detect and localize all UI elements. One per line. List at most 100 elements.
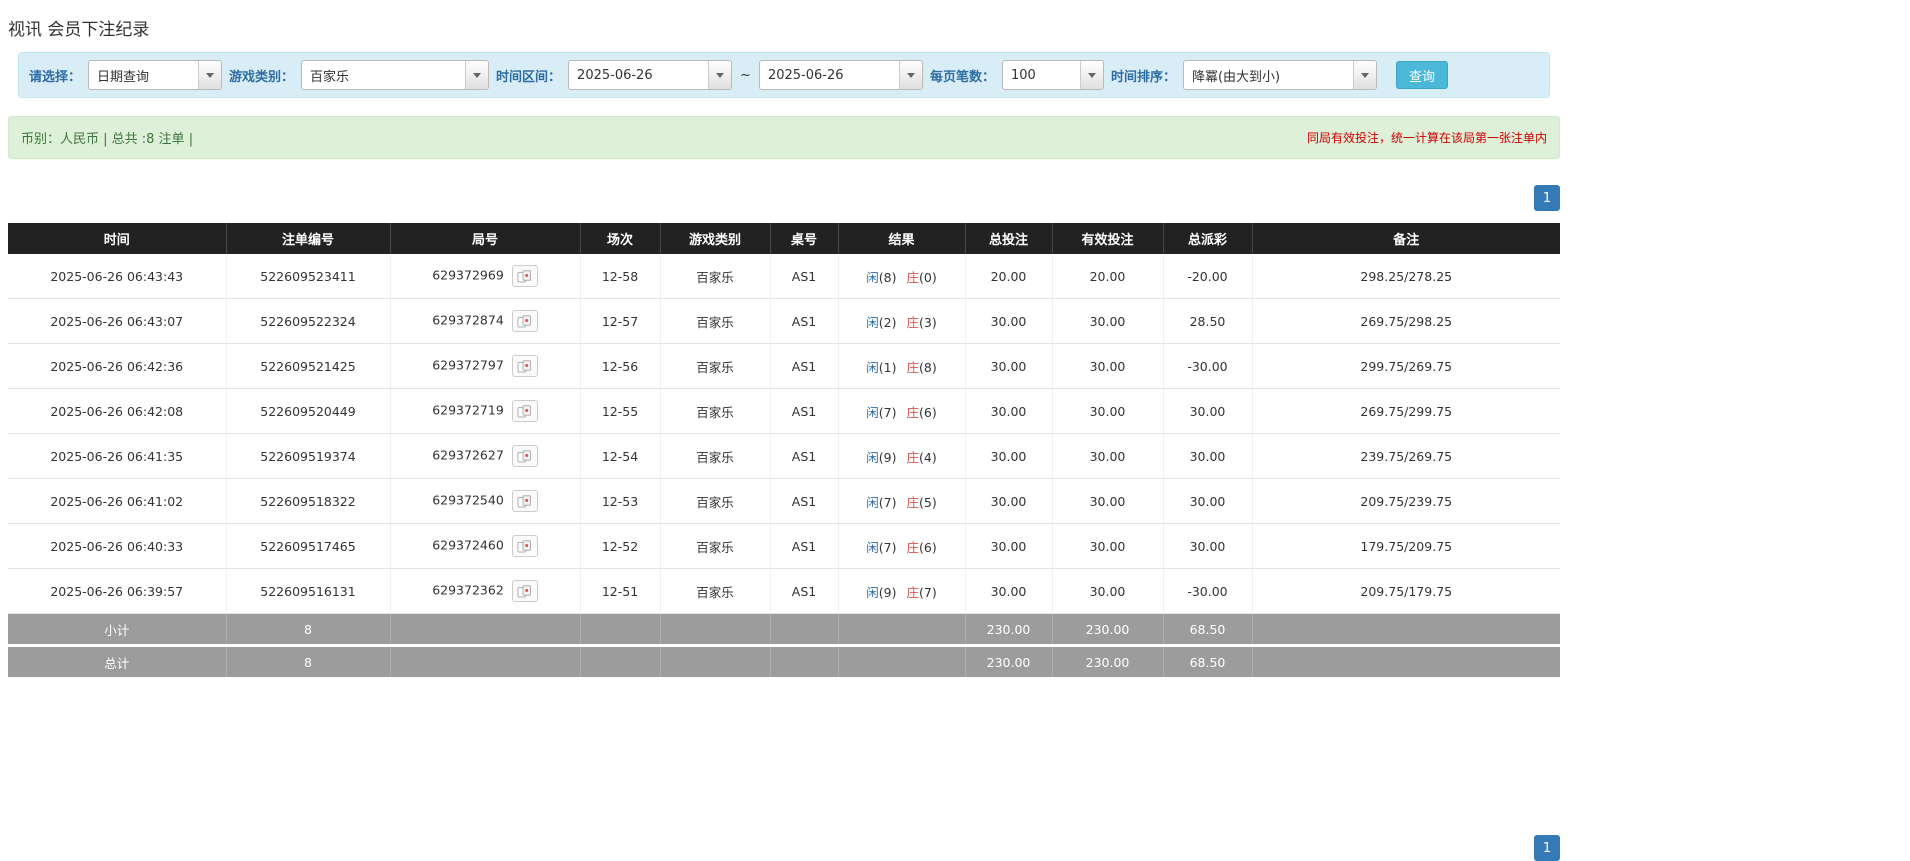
chevron-down-icon[interactable] (465, 61, 489, 89)
cell-bet-id: 522609522324 (226, 298, 391, 344)
cell-result: 闲(7) 庄(5) (838, 478, 966, 524)
per-page-select[interactable]: 100 (1001, 60, 1104, 90)
subtotal-empty-cell (838, 613, 966, 646)
game-type-select[interactable]: 百家乐 (301, 60, 490, 90)
chevron-down-icon[interactable] (198, 61, 222, 89)
result-banker-value: (8) (919, 359, 937, 375)
result-banker-value: (7) (919, 584, 937, 600)
page-1-button[interactable]: 1 (1534, 185, 1560, 211)
cell-total-bet[interactable]: 30.00 (965, 343, 1053, 389)
header-payout: 总派彩 (1163, 223, 1253, 254)
cell-game: 百家乐 (660, 298, 771, 344)
round-result-icon[interactable] (511, 490, 538, 512)
result-player-value: (7) (878, 404, 901, 420)
round-result-icon[interactable] (511, 445, 538, 467)
cell-total-bet[interactable]: 30.00 (965, 568, 1053, 614)
cell-table: AS1 (770, 523, 839, 569)
cell-payout: 28.50 (1163, 298, 1253, 344)
cell-result: 闲(9) 庄(4) (838, 433, 966, 479)
per-page-value: 100 (1010, 67, 1036, 83)
cell-game: 百家乐 (660, 343, 771, 389)
result-player-value: (7) (878, 494, 901, 510)
sort-order-value: 降冪(由大到小) (1191, 69, 1281, 85)
cell-table: AS1 (770, 298, 839, 344)
round-result-icon[interactable] (511, 535, 538, 557)
page-1-button-bottom[interactable]: 1 (1534, 835, 1560, 861)
query-type-select[interactable]: 日期查询 (88, 60, 223, 90)
header-total-bet: 总投注 (965, 223, 1053, 254)
cell-total-bet[interactable]: 30.00 (965, 478, 1053, 524)
cell-total-bet[interactable]: 30.00 (965, 433, 1053, 479)
subtotal-empty-cell (580, 613, 661, 646)
search-button[interactable]: 查询 (1395, 61, 1448, 89)
header-result: 结果 (838, 223, 966, 254)
cell-note: 209.75/179.75 (1252, 568, 1560, 614)
round-id-text: 629372540 (432, 492, 504, 508)
result-banker-label: 庄 (906, 494, 919, 510)
cell-note: 179.75/209.75 (1252, 523, 1560, 569)
cell-valid-bet: 20.00 (1052, 254, 1164, 299)
round-id-text: 629372969 (432, 267, 504, 283)
result-banker-label: 庄 (906, 359, 919, 375)
chevron-down-icon[interactable] (1352, 61, 1376, 89)
subtotal-empty-cell (390, 613, 581, 646)
header-bet-id: 注单编号 (226, 223, 391, 254)
cell-total-bet[interactable]: 20.00 (965, 254, 1053, 299)
cell-time: 2025-06-26 06:43:07 (8, 298, 227, 344)
result-banker-label: 庄 (906, 539, 919, 555)
chevron-down-icon[interactable] (898, 61, 922, 89)
total-valid-bet: 230.00 (1052, 644, 1164, 677)
cell-payout: 30.00 (1163, 523, 1253, 569)
game-type-value: 百家乐 (310, 69, 350, 85)
sort-order-select[interactable]: 降冪(由大到小) (1182, 60, 1377, 90)
header-round: 局号 (390, 223, 581, 254)
table-row: 2025-06-26 06:42:36 522609521425 6293727… (8, 343, 1560, 389)
subtotal-label: 小计 (8, 613, 227, 646)
result-banker-label: 庄 (906, 269, 919, 285)
cell-result: 闲(2) 庄(3) (838, 298, 966, 344)
cell-round: 629372460 (390, 523, 581, 569)
round-result-icon[interactable] (511, 355, 538, 377)
cell-total-bet[interactable]: 30.00 (965, 523, 1053, 569)
header-time: 时间 (8, 223, 227, 254)
total-empty-cell (838, 644, 966, 677)
round-result-icon[interactable] (511, 400, 538, 422)
table-row: 2025-06-26 06:41:02 522609518322 6293725… (8, 478, 1560, 524)
cell-total-bet[interactable]: 30.00 (965, 388, 1053, 434)
cell-valid-bet: 30.00 (1052, 433, 1164, 479)
result-player-label: 闲 (866, 539, 879, 555)
result-player-label: 闲 (866, 584, 879, 600)
total-payout: 68.50 (1163, 644, 1253, 677)
cell-valid-bet: 30.00 (1052, 343, 1164, 389)
cell-total-bet[interactable]: 30.00 (965, 298, 1053, 344)
cell-game: 百家乐 (660, 478, 771, 524)
bet-table-body: 2025-06-26 06:43:43 522609523411 6293729… (8, 254, 1560, 614)
cell-payout: 30.00 (1163, 388, 1253, 434)
chevron-down-icon[interactable] (1079, 61, 1103, 89)
page-container: 视讯 会员下注纪录 请选择： 日期查询 游戏类别： 百家乐 时间区间： 2025… (0, 0, 1560, 861)
round-result-icon[interactable] (511, 580, 538, 602)
cell-bet-id: 522609523411 (226, 254, 391, 299)
cell-game: 百家乐 (660, 254, 771, 299)
date-range-separator: ~ (740, 67, 751, 83)
round-result-icon[interactable] (511, 310, 538, 332)
result-banker-label: 庄 (906, 449, 919, 465)
date-to-select[interactable]: 2025-06-26 (758, 60, 923, 90)
cell-payout: -30.00 (1163, 568, 1253, 614)
table-row: 2025-06-26 06:41:35 522609519374 6293726… (8, 433, 1560, 479)
round-id-text: 629372797 (432, 357, 504, 373)
total-empty-cell (660, 644, 771, 677)
chevron-down-icon[interactable] (708, 61, 732, 89)
round-id-text: 629372362 (432, 582, 504, 598)
result-banker-label: 庄 (906, 404, 919, 420)
cell-valid-bet: 30.00 (1052, 478, 1164, 524)
cell-payout: -30.00 (1163, 343, 1253, 389)
cell-round: 629372719 (390, 388, 581, 434)
round-result-icon[interactable] (511, 265, 538, 287)
round-id-text: 629372874 (432, 312, 504, 328)
cell-round: 629372969 (390, 254, 581, 299)
date-from-select[interactable]: 2025-06-26 (568, 60, 733, 90)
round-id-text: 629372627 (432, 447, 504, 463)
result-banker-value: (3) (919, 314, 937, 330)
subtotal-empty-cell (660, 613, 771, 646)
